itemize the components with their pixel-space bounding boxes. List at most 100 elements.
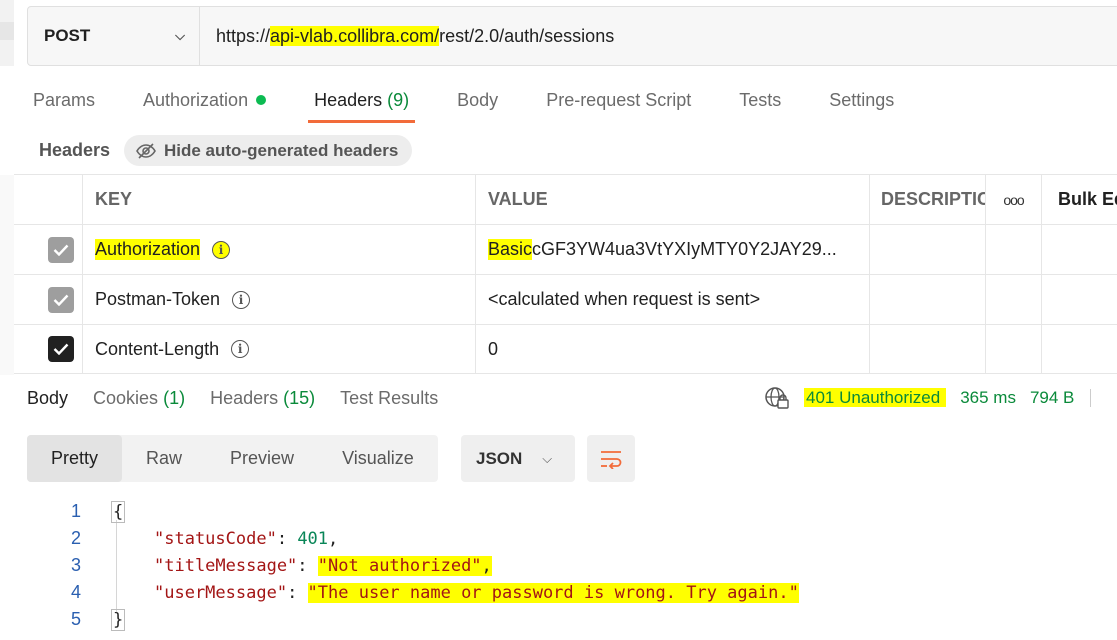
header-key: Content-Length: [95, 338, 220, 359]
cookies-count: (1): [163, 388, 186, 408]
left-gutter: [0, 0, 14, 66]
status-dot-icon: [256, 95, 267, 105]
tab-settings[interactable]: Settings: [823, 84, 900, 123]
status-badge[interactable]: 401 Unauthorized: [804, 388, 947, 407]
json-value: "The user name or password is wrong. Try…: [307, 582, 799, 603]
table-header-row: KEY VALUE DESCRIPTIC ooo Bulk Ed: [14, 174, 1117, 224]
cookies-label: Cookies: [93, 388, 159, 408]
indent-guide: [116, 520, 117, 612]
tab-headers[interactable]: Headers (9): [308, 84, 416, 123]
method-label: POST: [44, 26, 91, 45]
table-row: Postman-Token i <calculated when request …: [14, 274, 1117, 324]
tab-tests[interactable]: Tests: [733, 84, 787, 123]
json-value: "Not authorized": [317, 555, 482, 576]
globe-lock-icon[interactable]: [764, 386, 790, 410]
checkmark-icon: [53, 244, 69, 256]
description-cell[interactable]: [870, 325, 986, 373]
line-number: 1: [70, 501, 81, 521]
description-cell[interactable]: [870, 275, 986, 324]
table-row: Content-Length i 0: [14, 324, 1117, 374]
hide-button-label: Hide auto-generated headers: [164, 140, 399, 160]
format-select[interactable]: JSON ⌵: [461, 435, 575, 482]
key-cell[interactable]: Authorization i: [83, 225, 476, 274]
chevron-down-icon: ⌵: [542, 450, 553, 466]
info-icon: i: [231, 340, 250, 358]
column-description-header: DESCRIPTIC: [870, 175, 986, 224]
eye-off-icon: [136, 142, 156, 159]
url-input[interactable]: https://api-vlab.collibra.com/rest/2.0/a…: [200, 25, 615, 47]
table-row: Authorization i Basic cGF3YW4ua3VtYXIyMTY…: [14, 224, 1117, 274]
checkmark-icon: [53, 343, 69, 355]
bulk-edit-link[interactable]: Bulk Ed: [1042, 175, 1117, 224]
response-headers-label: Headers: [210, 388, 279, 408]
response-meta: 401 Unauthorized 365 ms 794 B: [764, 380, 1092, 416]
request-url-bar: POST ⌵ https://api-vlab.collibra.com/res…: [27, 6, 1117, 66]
response-tab-headers[interactable]: Headers (15): [210, 388, 315, 409]
value-cell[interactable]: Basic cGF3YW4ua3VtYXIyMTY0Y2JAY29...: [476, 225, 870, 274]
column-key-header: KEY: [83, 175, 476, 224]
header-key: Authorization: [95, 239, 201, 260]
response-time[interactable]: 365 ms: [960, 388, 1016, 408]
url-path: rest/2.0/auth/sessions: [439, 25, 615, 46]
row-enabled-checkbox[interactable]: [48, 236, 74, 263]
open-brace: {: [111, 500, 126, 523]
line-number: 2: [70, 528, 81, 548]
header-value-prefix: Basic: [488, 239, 533, 260]
wrap-lines-button[interactable]: [587, 435, 635, 482]
tab-body[interactable]: Body: [451, 84, 504, 123]
info-icon: i: [232, 290, 251, 309]
json-key: "titleMessage": [154, 555, 298, 576]
header-value: cGF3YW4ua3VtYXIyMTY0Y2JAY29...: [532, 239, 837, 259]
close-brace: }: [111, 608, 126, 631]
column-value-header: VALUE: [476, 175, 870, 224]
response-tab-cookies[interactable]: Cookies (1): [93, 388, 185, 409]
line-number: 3: [70, 555, 81, 575]
response-size[interactable]: 794 B: [1030, 388, 1074, 408]
preview-button[interactable]: Preview: [206, 435, 318, 482]
tab-headers-label: Headers: [314, 90, 383, 110]
description-cell[interactable]: [870, 225, 986, 274]
tab-headers-count: (9): [387, 90, 410, 110]
method-select[interactable]: POST ⌵: [28, 7, 200, 65]
response-headers-count: (15): [283, 388, 316, 408]
header-value: 0: [488, 338, 499, 359]
tab-prerequest-script[interactable]: Pre-request Script: [540, 84, 697, 123]
more-options-icon[interactable]: ooo: [986, 175, 1042, 224]
divider: [1090, 389, 1092, 407]
header-value: <calculated when request is sent>: [488, 289, 761, 309]
json-value: 401: [297, 528, 329, 549]
line-number: 4: [70, 582, 81, 602]
json-key: "statusCode": [154, 528, 277, 549]
header-key: Postman-Token: [95, 289, 221, 309]
key-cell[interactable]: Content-Length i: [83, 325, 476, 373]
value-cell[interactable]: 0: [476, 325, 870, 373]
info-icon: i: [212, 240, 231, 259]
format-label: JSON: [476, 448, 523, 468]
raw-button[interactable]: Raw: [122, 435, 206, 482]
line-number: 5: [70, 609, 81, 629]
url-prefix: https://: [216, 25, 271, 46]
value-cell[interactable]: <calculated when request is sent>: [476, 275, 870, 324]
tab-authorization[interactable]: Authorization: [137, 84, 272, 123]
url-host: api-vlab.collibra.com/: [270, 25, 440, 46]
visualize-button[interactable]: Visualize: [318, 435, 438, 482]
chevron-down-icon: ⌵: [175, 28, 185, 43]
response-tab-test-results[interactable]: Test Results: [340, 388, 438, 409]
hide-auto-generated-headers-button[interactable]: Hide auto-generated headers: [124, 135, 413, 166]
response-tab-body[interactable]: Body: [27, 388, 68, 409]
request-tabs: Params Authorization Headers (9) Body Pr…: [27, 84, 936, 123]
tab-authorization-label: Authorization: [143, 90, 249, 110]
pretty-button[interactable]: Pretty: [27, 435, 123, 482]
wrap-lines-icon: [601, 450, 622, 469]
row-enabled-checkbox[interactable]: [48, 286, 74, 313]
view-mode-group: Pretty Raw Preview Visualize: [27, 435, 438, 482]
headers-table: KEY VALUE DESCRIPTIC ooo Bulk Ed Authori…: [14, 174, 1117, 374]
response-tabs: Body Cookies (1) Headers (15) Test Resul…: [27, 388, 463, 409]
headers-section-label: Headers: [39, 140, 111, 160]
left-gutter-lower: [0, 175, 14, 375]
json-key: "userMessage": [154, 582, 288, 603]
checkmark-icon: [53, 294, 69, 306]
tab-params[interactable]: Params: [27, 84, 101, 123]
row-enabled-checkbox[interactable]: [48, 336, 74, 362]
key-cell[interactable]: Postman-Token i: [83, 275, 476, 324]
